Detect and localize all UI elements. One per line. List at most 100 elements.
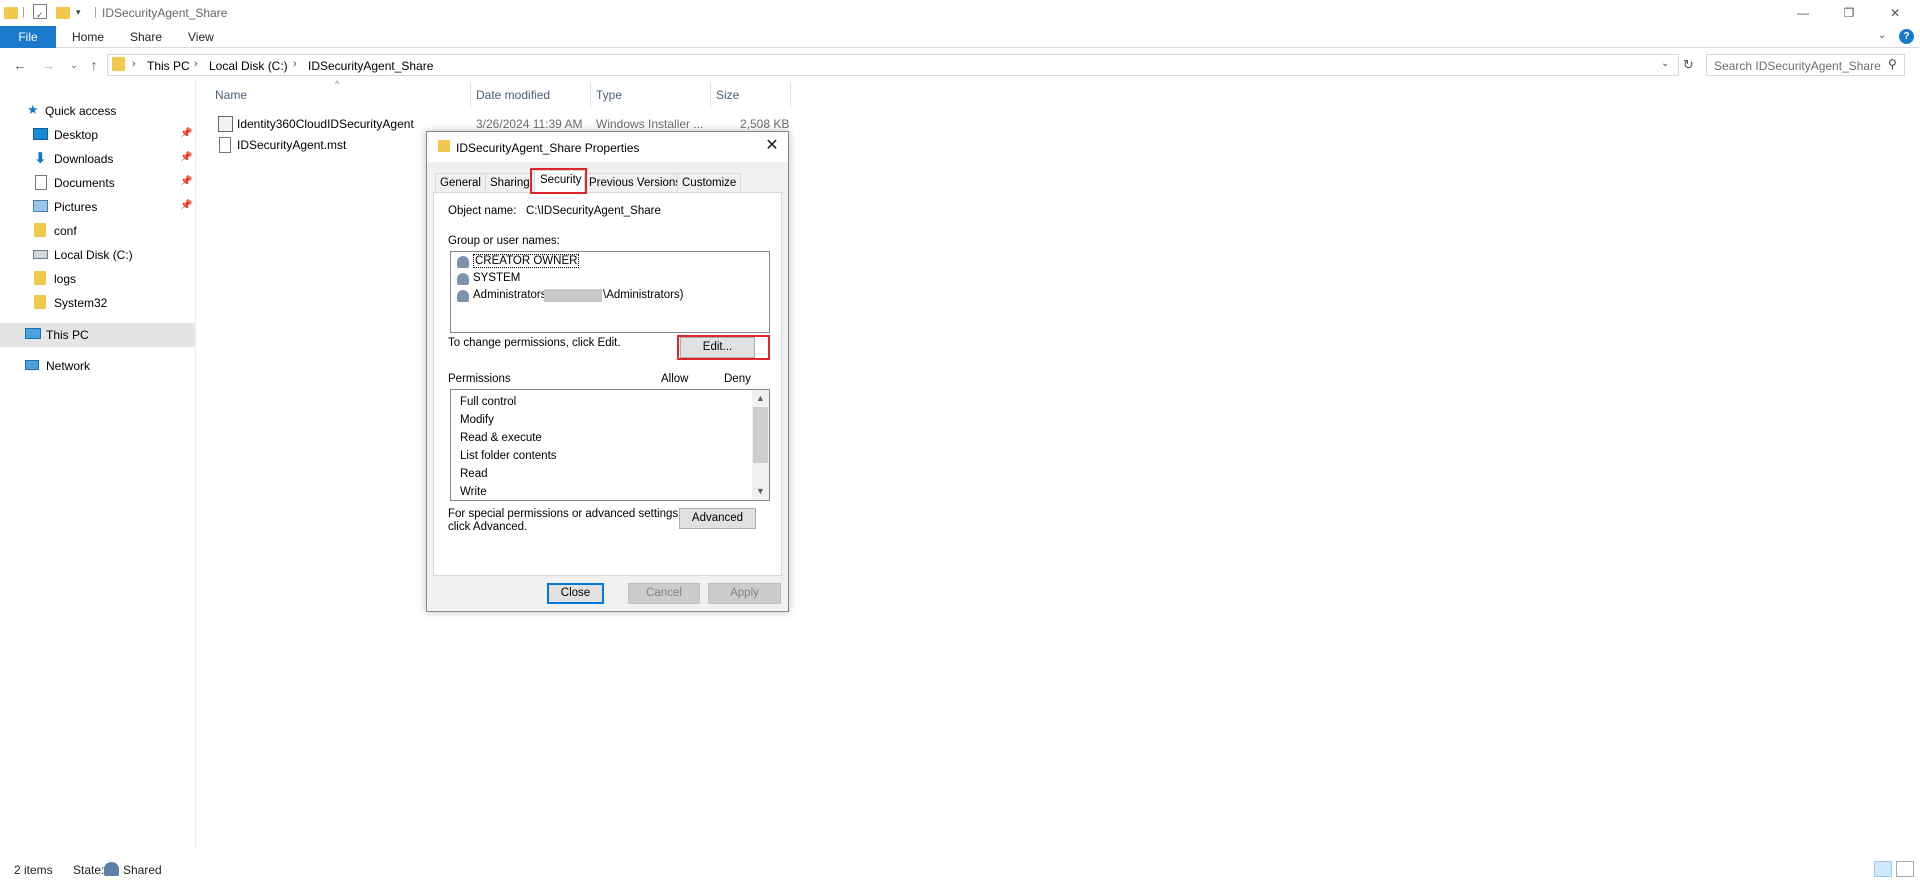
redacted-domain <box>544 289 602 302</box>
user-list[interactable]: CREATOR OWNER SYSTEM Administrators ( \A… <box>450 251 770 333</box>
nav-label: Quick access <box>45 104 117 118</box>
restore-button[interactable]: ❐ <box>1826 0 1872 26</box>
permissions-label: Permissions <box>448 373 511 385</box>
list-item[interactable]: Administrators ( \Administrators) <box>455 288 695 304</box>
folder-icon <box>4 5 18 21</box>
minimize-button[interactable]: — <box>1780 0 1826 26</box>
permissions-scrollbar[interactable]: ▲ ▼ <box>752 390 769 500</box>
tab-customize[interactable]: Customize <box>677 173 742 193</box>
dialog-title: IDSecurityAgent_Share Properties <box>456 141 640 155</box>
tab-security[interactable]: Security <box>534 170 588 193</box>
pin-icon[interactable]: 📌 <box>180 128 192 139</box>
search-placeholder: Search IDSecurityAgent_Share <box>1714 59 1881 73</box>
column-header-date[interactable]: Date modified <box>476 88 550 102</box>
forward-button[interactable]: → <box>38 55 58 75</box>
breadcrumb-separator[interactable]: › <box>132 58 136 70</box>
help-icon[interactable]: ? <box>1899 29 1914 44</box>
customize-quick-access-icon[interactable]: ▾ <box>76 7 81 18</box>
tab-sharing[interactable]: Sharing <box>485 173 535 193</box>
group-user-label: Group or user names: <box>448 235 560 247</box>
nav-item-pictures[interactable]: Pictures 📌 <box>0 196 195 218</box>
nav-label: Documents <box>54 176 115 190</box>
scrollbar-thumb[interactable] <box>753 407 768 463</box>
scroll-up-icon[interactable]: ▲ <box>752 390 769 407</box>
column-header-type[interactable]: Type <box>596 88 622 102</box>
column-header-name[interactable]: Name <box>215 88 247 102</box>
list-item[interactable]: CREATOR OWNER <box>455 254 765 270</box>
state-label: State: <box>73 863 105 877</box>
column-header-size[interactable]: Size <box>716 88 739 102</box>
users-icon <box>455 288 471 304</box>
edit-button[interactable]: Edit... <box>680 337 755 358</box>
expand-ribbon-icon[interactable]: ⌄ <box>1878 30 1886 41</box>
up-button[interactable]: ↑ <box>84 55 104 75</box>
nav-item-logs[interactable]: logs <box>0 268 195 290</box>
permissions-list[interactable]: Full control Modify Read & execute List … <box>450 389 770 501</box>
breadcrumb-current-folder[interactable]: IDSecurityAgent_Share <box>308 59 433 73</box>
address-dropdown-icon[interactable]: ⌄ <box>1661 58 1669 69</box>
nav-item-system32[interactable]: System32 <box>0 292 195 314</box>
tab-home[interactable]: Home <box>62 26 114 48</box>
nav-label: Downloads <box>54 152 114 166</box>
file-name: IDSecurityAgent.mst <box>237 138 347 152</box>
tab-general[interactable]: General <box>435 173 486 193</box>
close-button[interactable]: Close <box>547 583 604 604</box>
search-input[interactable]: Search IDSecurityAgent_Share ⚲ <box>1706 54 1905 76</box>
back-button[interactable]: ← <box>10 55 30 75</box>
cancel-button[interactable]: Cancel <box>628 583 700 604</box>
large-icons-view-icon[interactable] <box>1896 861 1914 877</box>
column-divider[interactable] <box>590 82 591 108</box>
tab-previous-versions[interactable]: Previous Versions <box>584 173 687 193</box>
nav-item-local-disk[interactable]: Local Disk (C:) <box>0 244 195 266</box>
nav-quick-access[interactable]: ★ Quick access <box>0 100 195 122</box>
column-divider[interactable] <box>790 82 791 108</box>
refresh-icon[interactable]: ↻ <box>1683 57 1694 73</box>
change-permissions-hint: To change permissions, click Edit. <box>448 337 621 349</box>
column-divider[interactable] <box>710 82 711 108</box>
pin-icon[interactable]: 📌 <box>180 176 192 187</box>
details-view-icon[interactable] <box>1874 861 1892 877</box>
computer-icon <box>25 328 41 339</box>
file-size: 2,508 KB <box>740 117 790 131</box>
users-icon <box>455 271 471 287</box>
nav-label: Local Disk (C:) <box>54 248 133 262</box>
nav-item-downloads[interactable]: ⬇ Downloads 📌 <box>0 148 195 170</box>
users-icon <box>455 254 471 270</box>
nav-item-network[interactable]: Network <box>0 355 195 377</box>
user-name: CREATOR OWNER <box>473 254 580 268</box>
pin-icon[interactable]: 📌 <box>180 152 192 163</box>
scroll-down-icon[interactable]: ▼ <box>752 483 769 500</box>
advanced-button[interactable]: Advanced <box>679 508 756 529</box>
nav-label: This PC <box>46 328 89 342</box>
apply-button[interactable]: Apply <box>708 583 781 604</box>
permission-item: Modify <box>460 414 494 426</box>
tab-file[interactable]: File <box>0 26 56 48</box>
breadcrumb-separator[interactable]: › <box>194 58 198 70</box>
breadcrumb-local-disk[interactable]: Local Disk (C:) <box>209 59 288 73</box>
network-icon <box>25 360 39 370</box>
breadcrumb-this-pc[interactable]: This PC <box>147 59 190 73</box>
nav-item-this-pc[interactable]: This PC <box>0 323 195 347</box>
user-name-suffix: \Administrators) <box>603 289 684 301</box>
nav-item-desktop[interactable]: Desktop 📌 <box>0 124 195 146</box>
user-name: Administrators ( <box>473 289 554 301</box>
breadcrumb-separator[interactable]: › <box>293 58 297 70</box>
tab-share[interactable]: Share <box>120 26 172 48</box>
nav-label: conf <box>54 224 77 238</box>
recent-locations-button[interactable]: ⌄ <box>64 55 84 75</box>
close-window-button[interactable]: ✕ <box>1872 0 1918 26</box>
nav-item-documents[interactable]: Documents 📌 <box>0 172 195 194</box>
properties-quick-icon[interactable]: ✓ <box>33 4 47 20</box>
dialog-close-icon[interactable]: ✕ <box>763 137 781 155</box>
nav-item-conf[interactable]: conf <box>0 220 195 242</box>
tab-view[interactable]: View <box>178 26 224 48</box>
new-folder-quick-icon[interactable] <box>56 5 70 21</box>
permission-item: List folder contents <box>460 450 557 462</box>
search-icon[interactable]: ⚲ <box>1888 57 1897 71</box>
pin-icon[interactable]: 📌 <box>180 200 192 211</box>
address-bar[interactable]: › This PC › Local Disk (C:) › IDSecurity… <box>107 54 1694 76</box>
sort-ascending-icon: ^ <box>335 79 340 89</box>
desktop-icon <box>33 128 48 140</box>
navigation-pane: ★ Quick access Desktop 📌 ⬇ Downloads 📌 D… <box>0 80 196 850</box>
column-divider[interactable] <box>470 82 471 108</box>
